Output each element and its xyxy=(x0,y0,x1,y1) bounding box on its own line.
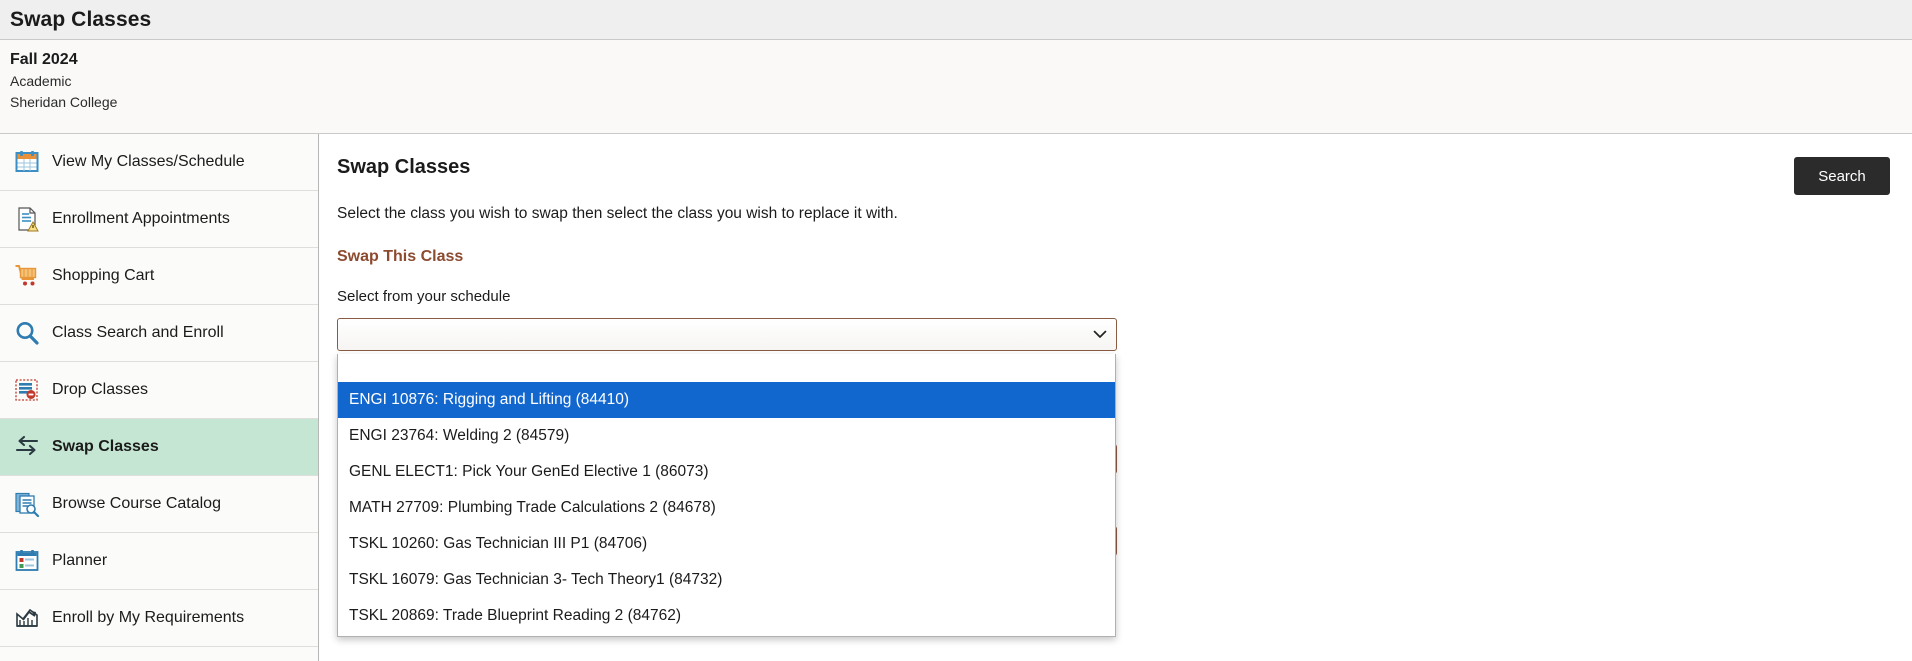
sidebar-item-label: Swap Classes xyxy=(52,438,159,456)
schedule-select-wrapper: ENGI 10876: Rigging and Lifting (84410) … xyxy=(337,318,1117,351)
main-content: Search Swap Classes Select the class you… xyxy=(319,134,1912,661)
sidebar-item-browse-course-catalog[interactable]: Browse Course Catalog xyxy=(0,476,318,533)
page-body: View My Classes/Schedule Enrollment Appo… xyxy=(0,134,1912,661)
shopping-cart-icon xyxy=(10,261,44,291)
sidebar-item-label: Class Search and Enroll xyxy=(52,324,224,342)
schedule-select-dropdown[interactable]: ENGI 10876: Rigging and Lifting (84410) … xyxy=(337,354,1116,637)
term-institution: Sheridan College xyxy=(10,92,1902,113)
document-warning-icon xyxy=(10,204,44,234)
window-titlebar: Swap Classes xyxy=(0,0,1912,40)
section-heading-swap-this-class: Swap This Class xyxy=(337,248,1890,266)
sidebar-item-label: Enroll by My Requirements xyxy=(52,609,244,627)
sidebar-item-label: Drop Classes xyxy=(52,381,148,399)
dropdown-option[interactable]: TSKL 20869: Trade Blueprint Reading 2 (8… xyxy=(338,598,1115,634)
window-title: Swap Classes xyxy=(10,8,151,32)
dropdown-option[interactable]: TSKL 16079: Gas Technician 3- Tech Theor… xyxy=(338,562,1115,598)
drop-classes-icon xyxy=(10,375,44,405)
term-banner: Fall 2024 Academic Sheridan College xyxy=(0,40,1912,134)
schedule-select[interactable] xyxy=(337,318,1117,351)
sidebar-item-label: Shopping Cart xyxy=(52,267,154,285)
sidebar-item-label: Browse Course Catalog xyxy=(52,495,221,513)
swap-arrows-icon xyxy=(10,432,44,462)
search-button[interactable]: Search xyxy=(1794,157,1890,195)
dropdown-option[interactable]: ENGI 10876: Rigging and Lifting (84410) xyxy=(338,382,1115,418)
sidebar-item-label: View My Classes/Schedule xyxy=(52,153,245,171)
sidebar-item-view-my-classes[interactable]: View My Classes/Schedule xyxy=(0,134,318,191)
chevron-down-icon xyxy=(1093,326,1107,344)
sidebar-item-label: Enrollment Appointments xyxy=(52,210,230,228)
term-career: Academic xyxy=(10,71,1902,92)
calendar-icon xyxy=(10,147,44,177)
dropdown-option[interactable]: GENL ELECT1: Pick Your GenEd Elective 1 … xyxy=(338,454,1115,490)
swap-classes-page: Swap Classes Fall 2024 Academic Sheridan… xyxy=(0,0,1912,661)
sidebar-item-drop-classes[interactable]: Drop Classes xyxy=(0,362,318,419)
sidebar-item-enrollment-appointments[interactable]: Enrollment Appointments xyxy=(0,191,318,248)
sidebar-item-swap-classes[interactable]: Swap Classes xyxy=(0,419,318,476)
term-name: Fall 2024 xyxy=(10,49,1902,71)
sidebar-item-shopping-cart[interactable]: Shopping Cart xyxy=(0,248,318,305)
sidebar-nav: View My Classes/Schedule Enrollment Appo… xyxy=(0,134,319,661)
requirements-chart-icon xyxy=(10,603,44,633)
dropdown-option[interactable] xyxy=(338,354,1115,382)
schedule-select-label: Select from your schedule xyxy=(337,288,1890,305)
sidebar-item-label: Planner xyxy=(52,552,107,570)
sidebar-item-enroll-by-my-requirements[interactable]: Enroll by My Requirements xyxy=(0,590,318,647)
page-title: Swap Classes xyxy=(337,156,1890,179)
page-description: Select the class you wish to swap then s… xyxy=(337,205,1890,223)
dropdown-option[interactable]: MATH 27709: Plumbing Trade Calculations … xyxy=(338,490,1115,526)
dropdown-option[interactable]: TSKL 10260: Gas Technician III P1 (84706… xyxy=(338,526,1115,562)
sidebar-item-planner[interactable]: Planner xyxy=(0,533,318,590)
sidebar-item-class-search-and-enroll[interactable]: Class Search and Enroll xyxy=(0,305,318,362)
planner-icon xyxy=(10,546,44,576)
catalog-search-icon xyxy=(10,489,44,519)
magnifier-icon xyxy=(10,318,44,348)
dropdown-option[interactable]: ENGI 23764: Welding 2 (84579) xyxy=(338,418,1115,454)
